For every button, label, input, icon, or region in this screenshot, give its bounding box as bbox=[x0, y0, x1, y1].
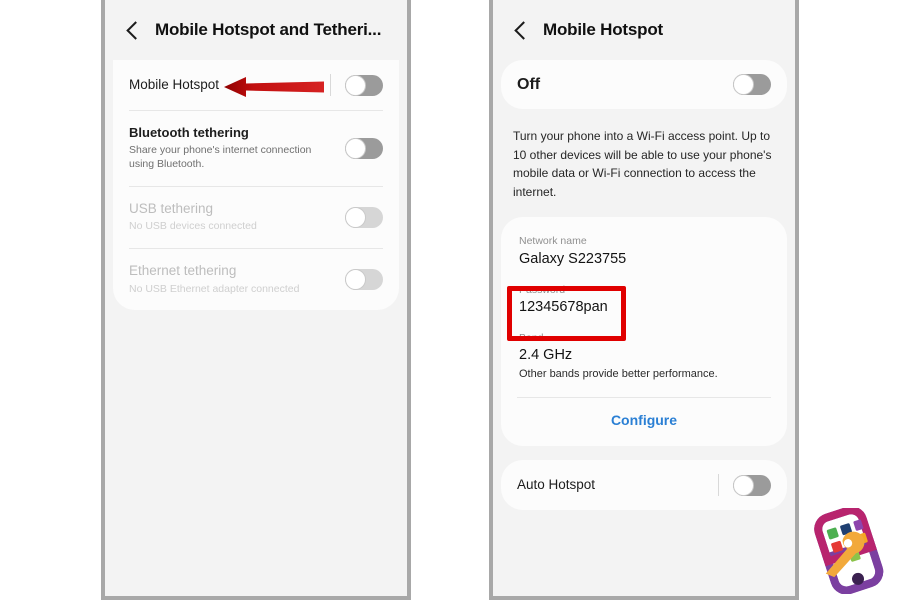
switch-knob bbox=[733, 74, 754, 95]
switch-track[interactable] bbox=[733, 74, 771, 95]
switch-track[interactable] bbox=[733, 474, 771, 496]
toggle-separator bbox=[718, 474, 719, 497]
field-value: 12345678pan bbox=[519, 299, 608, 316]
toggle-hotspot-master[interactable] bbox=[721, 74, 771, 95]
switch-knob bbox=[345, 206, 366, 228]
hotspot-details-card: Network name Galaxy S223755 Password 123… bbox=[501, 217, 787, 447]
field-note: Other bands provide better performance. bbox=[519, 367, 718, 380]
back-chevron-icon[interactable] bbox=[511, 21, 529, 39]
list-item-label: Mobile Hotspot bbox=[129, 76, 220, 92]
field-network-name[interactable]: Network name Galaxy S223755 bbox=[501, 227, 787, 275]
switch-track[interactable] bbox=[345, 74, 383, 96]
list-item-label: USB tethering bbox=[129, 200, 214, 216]
auto-hotspot-label: Auto Hotspot bbox=[517, 476, 596, 492]
toggle-usb-tethering bbox=[333, 206, 383, 228]
list-item-description: Share your phone's internet connection u… bbox=[129, 144, 312, 171]
switch-track bbox=[345, 268, 383, 290]
list-item-bluetooth-tethering[interactable]: Bluetooth tethering Share your phone's i… bbox=[113, 111, 399, 186]
switch-knob bbox=[345, 137, 366, 159]
phone-screen-tethering-list: Mobile Hotspot and Tetheri... Mobile Hot… bbox=[101, 0, 411, 600]
back-chevron-icon[interactable] bbox=[123, 21, 141, 39]
list-item-description: No USB Ethernet adapter connected bbox=[129, 282, 300, 295]
list-item-usb-tethering: USB tethering No USB devices connected bbox=[113, 187, 399, 248]
switch-track[interactable] bbox=[345, 137, 383, 159]
row-hotspot-master[interactable]: Off bbox=[501, 60, 787, 109]
field-band[interactable]: Band 2.4 GHz Other bands provide better … bbox=[501, 324, 787, 388]
switch-knob bbox=[345, 74, 366, 96]
phone-with-wrench-logo bbox=[814, 508, 884, 594]
switch-knob bbox=[733, 474, 754, 496]
switch-track bbox=[345, 206, 383, 228]
toggle-mobile-hotspot[interactable] bbox=[318, 74, 383, 96]
toggle-separator bbox=[330, 74, 331, 96]
field-value: 2.4 GHz bbox=[519, 347, 573, 364]
list-item-description: No USB devices connected bbox=[129, 220, 257, 233]
configure-button[interactable]: Configure bbox=[611, 412, 677, 428]
configure-row[interactable]: Configure bbox=[501, 398, 787, 446]
row-auto-hotspot[interactable]: Auto Hotspot bbox=[501, 460, 787, 510]
list-item-label: Bluetooth tethering bbox=[129, 125, 249, 140]
toggle-auto-hotspot[interactable] bbox=[706, 474, 771, 497]
phone-screen-mobile-hotspot: Mobile Hotspot Off Turn your phone into … bbox=[489, 0, 799, 600]
right-header: Mobile Hotspot bbox=[493, 0, 795, 60]
list-item-label: Ethernet tethering bbox=[129, 262, 237, 278]
toggle-ethernet-tethering bbox=[333, 268, 383, 290]
page-title: Mobile Hotspot and Tetheri... bbox=[155, 20, 382, 39]
page-title: Mobile Hotspot bbox=[543, 20, 663, 39]
field-label: Band bbox=[519, 331, 544, 344]
screenshot-stage: Mobile Hotspot and Tetheri... Mobile Hot… bbox=[0, 0, 900, 600]
switch-knob bbox=[345, 268, 366, 290]
list-item-mobile-hotspot[interactable]: Mobile Hotspot bbox=[113, 60, 399, 110]
field-label: Password bbox=[519, 283, 566, 296]
list-item-ethernet-tethering: Ethernet tethering No USB Ethernet adapt… bbox=[113, 249, 399, 310]
hotspot-state-label: Off bbox=[517, 75, 541, 93]
auto-hotspot-card: Auto Hotspot bbox=[501, 460, 787, 511]
field-password[interactable]: Password 12345678pan bbox=[501, 276, 787, 324]
field-value: Galaxy S223755 bbox=[519, 251, 627, 268]
hotspot-description: Turn your phone into a Wi-Fi access poin… bbox=[513, 129, 772, 199]
field-label: Network name bbox=[519, 235, 587, 248]
master-toggle-card: Off bbox=[501, 60, 787, 109]
left-header: Mobile Hotspot and Tetheri... bbox=[105, 0, 407, 60]
tethering-options-card: Mobile Hotspot Bluetooth tethering Share bbox=[113, 60, 399, 310]
toggle-bluetooth-tethering[interactable] bbox=[333, 137, 383, 159]
